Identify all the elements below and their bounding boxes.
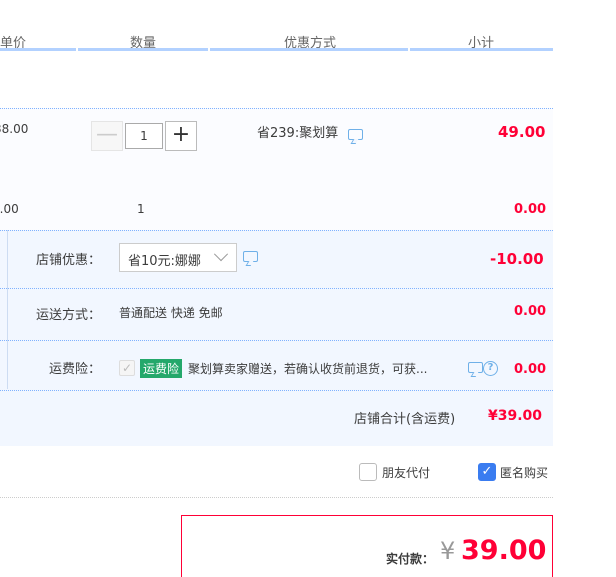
- payment-label: 实付款：: [386, 552, 435, 566]
- help-icon[interactable]: ?: [483, 361, 498, 376]
- quantity-input[interactable]: 1: [125, 123, 163, 149]
- insurance-description: 聚划算卖家赠送，若确认收货前退货，可获...: [188, 362, 428, 376]
- item-discount: 省239:聚划算: [257, 126, 339, 141]
- shipping-label: 运送方式：: [36, 308, 102, 323]
- header-underline: [210, 48, 408, 51]
- shipping-method: 普通配送 快递 免邮: [119, 306, 223, 320]
- shop-discount-amount: -10.00: [490, 250, 544, 268]
- shop-total-label: 店铺合计(含运费): [354, 412, 456, 427]
- header-underline: [0, 48, 76, 51]
- item-price: 38.00: [0, 122, 29, 136]
- chat-icon[interactable]: [243, 251, 258, 262]
- order-table-header: 单价 数量 优惠方式 小计: [0, 28, 553, 52]
- insurance-amount: 0.00: [514, 362, 547, 377]
- shop-discount-label: 店铺优惠：: [36, 253, 102, 268]
- chat-icon[interactable]: [468, 362, 483, 373]
- shipping-amount: 0.00: [514, 304, 547, 319]
- payment-currency: ¥: [440, 537, 456, 565]
- anonymous-checkbox[interactable]: ✓: [478, 463, 496, 481]
- friend-pay-label: 朋友代付: [382, 466, 431, 480]
- insurance-label: 运费险：: [49, 362, 102, 377]
- header-underline: [78, 48, 208, 51]
- insurance-checkbox[interactable]: ✓: [119, 360, 135, 376]
- anonymous-label: 匿名购买: [500, 466, 549, 480]
- shop-discount-select[interactable]: 省10元:娜娜: [119, 243, 237, 272]
- shop-total-amount: ¥39.00: [488, 408, 543, 424]
- friend-pay-checkbox[interactable]: [359, 463, 377, 481]
- divider: [0, 497, 553, 498]
- chevron-down-icon: [213, 247, 229, 262]
- header-underline: [410, 48, 553, 51]
- sub-item-subtotal: 0.00: [514, 202, 547, 217]
- quantity-decrease-button[interactable]: —: [91, 121, 123, 151]
- quantity-stepper: — 1 +: [91, 121, 197, 151]
- shop-discount-selected: 省10元:娜娜: [128, 254, 201, 269]
- chat-icon[interactable]: [348, 129, 363, 140]
- quantity-increase-button[interactable]: +: [165, 121, 197, 151]
- row-left-bar: [0, 230, 8, 389]
- payment-amount: 39.00: [461, 535, 547, 566]
- item-subtotal: 49.00: [498, 123, 546, 141]
- shop-total-row: [0, 390, 553, 446]
- sub-item-price: 0.00: [0, 202, 19, 216]
- sub-item-quantity: 1: [137, 202, 145, 216]
- insurance-tag: 运费险: [140, 359, 183, 378]
